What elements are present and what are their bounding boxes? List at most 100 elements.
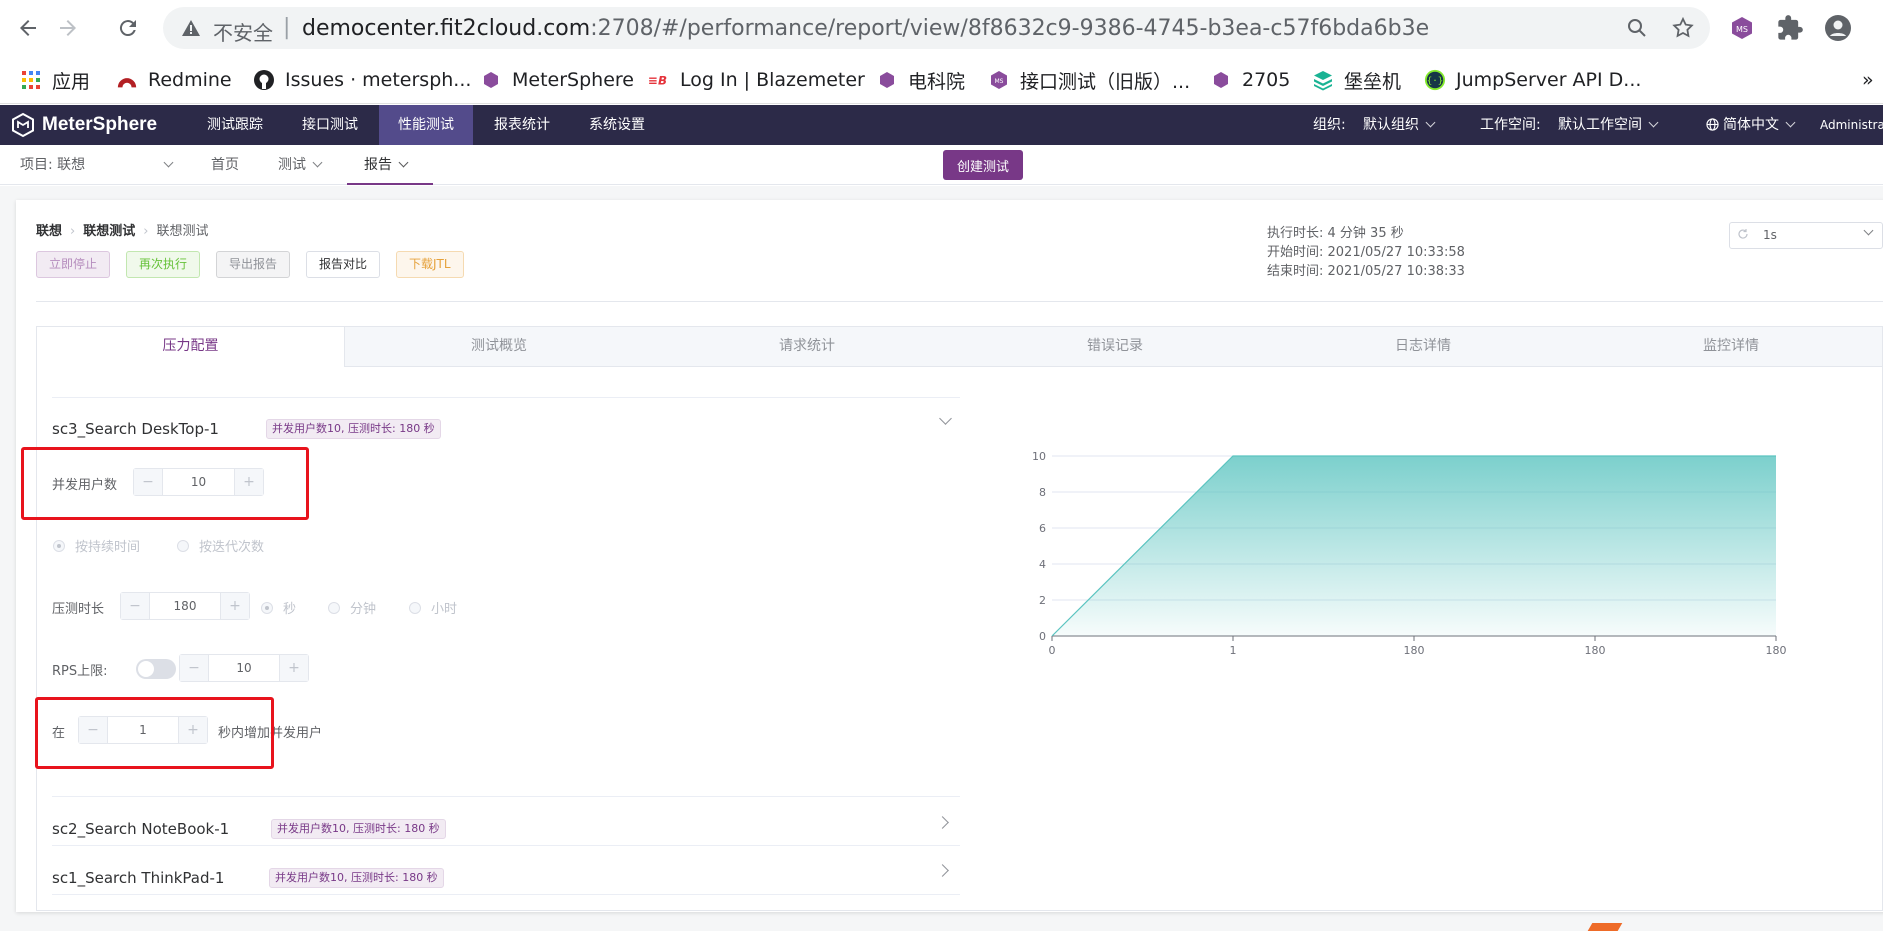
download-jtl-button[interactable]: 下载JTL — [396, 251, 464, 278]
bookmark-redmine[interactable]: Redmine — [116, 66, 232, 94]
y-tick-label: 8 — [1039, 486, 1046, 499]
svg-text:≡B: ≡B — [648, 74, 667, 88]
bookmark-metersphere[interactable]: MeterSphere — [480, 66, 634, 94]
bookmarks-bar: 应用 Redmine Issues · metersph... MeterSph… — [0, 56, 1883, 104]
reload-button[interactable] — [110, 10, 146, 46]
scenario-summary-tag: 并发用户数10, 压测时长: 180 秒 — [266, 419, 441, 439]
svg-text:{·}: {·} — [1427, 76, 1444, 87]
user-menu[interactable]: Administrat — [1820, 105, 1883, 145]
bookmark-label: 堡垒机 — [1344, 70, 1402, 93]
profile-avatar-icon[interactable] — [1824, 14, 1852, 42]
scenario-title[interactable]: sc2_Search NoteBook-1 — [52, 820, 229, 838]
bookmark-github-issues[interactable]: Issues · metersph... — [253, 66, 471, 94]
more-bookmarks-icon[interactable]: » — [1862, 66, 1874, 94]
minus-icon[interactable]: − — [180, 655, 209, 681]
back-button[interactable] — [10, 10, 46, 46]
plus-icon[interactable]: + — [220, 593, 249, 619]
bookmark-label: Log In | Blazemeter — [680, 69, 865, 91]
app-logo[interactable]: MeterSphere — [10, 112, 157, 138]
refresh-interval-select[interactable]: 1s — [1729, 222, 1883, 249]
url-path: :2708/#/performance/report/view/8f8632c9… — [590, 16, 1430, 41]
nav-reports[interactable]: 报表统计 — [477, 105, 567, 145]
url-host: democenter.fit2cloud.com — [302, 16, 591, 41]
tab-log-details[interactable]: 日志详情 — [1269, 327, 1577, 366]
series-area — [1052, 456, 1776, 636]
refresh-interval-value: 1s — [1763, 228, 1777, 242]
nav-performance-test[interactable]: 性能测试 — [379, 105, 473, 145]
radio-unit-hours[interactable]: 小时 — [409, 598, 457, 617]
scenario-summary-tag: 并发用户数10, 压测时长: 180 秒 — [269, 868, 444, 888]
radio-label: 分钟 — [350, 602, 377, 617]
tab-overview[interactable]: 测试概览 — [345, 327, 653, 366]
bookmark-dky[interactable]: 电科院 — [876, 66, 965, 94]
scenario-title[interactable]: sc3_Search DeskTop-1 — [52, 420, 219, 438]
radio-label: 小时 — [431, 602, 458, 617]
chevron-down-icon — [163, 157, 174, 168]
create-test-button[interactable]: 创建测试 — [943, 150, 1023, 180]
project-selector[interactable]: 项目: 联想 — [20, 145, 174, 185]
bookmark-apps[interactable]: 应用 — [20, 66, 90, 94]
svg-text:MS: MS — [995, 78, 1004, 85]
rerun-button[interactable]: 再次执行 — [126, 251, 201, 278]
address-bar[interactable]: 不安全 | democenter.fit2cloud.com:2708/#/pe… — [163, 7, 1710, 49]
redmine-icon — [116, 69, 138, 91]
rps-limit-value[interactable]: 10 — [209, 655, 279, 681]
url-text[interactable]: democenter.fit2cloud.com:2708/#/performa… — [302, 16, 1429, 41]
reload-icon — [119, 20, 136, 37]
highlight-box — [21, 447, 309, 520]
scenario-title[interactable]: sc1_Search ThinkPad-1 — [52, 869, 224, 887]
nav-test-track[interactable]: 测试跟踪 — [190, 105, 280, 145]
rps-limit-stepper[interactable]: − 10 + — [179, 654, 309, 682]
nav-system-settings[interactable]: 系统设置 — [572, 105, 662, 145]
bookmark-2705[interactable]: 2705 — [1210, 66, 1290, 94]
bookmark-jumpserver-api[interactable]: {·} JumpServer API D... — [1424, 66, 1641, 94]
language-selector[interactable]: 简体中文 — [1706, 105, 1796, 145]
tab-monitor-details[interactable]: 监控详情 — [1577, 327, 1883, 366]
radio-unit-minutes[interactable]: 分钟 — [328, 598, 376, 617]
sub-navigation: 项目: 联想 首页 测试 报告 创建测试 — [0, 145, 1883, 185]
divider — [36, 301, 1883, 302]
x-tick-label: 180 — [1404, 644, 1425, 657]
divider — [52, 397, 960, 398]
nav-api-test[interactable]: 接口测试 — [285, 105, 375, 145]
org-selector[interactable]: 默认组织 — [1363, 105, 1436, 145]
bookmark-api-test-legacy[interactable]: MS 接口测试（旧版）... — [988, 66, 1190, 94]
metersphere-extension-icon[interactable]: MS — [1728, 14, 1756, 42]
tab-pressure-config[interactable]: 压力配置 — [37, 327, 345, 367]
plus-icon[interactable]: + — [279, 655, 308, 681]
radio-by-duration[interactable]: 按持续时间 — [53, 536, 140, 555]
bookmark-bastion[interactable]: 堡垒机 — [1312, 66, 1401, 94]
bookmark-label: Issues · metersph... — [285, 69, 472, 91]
zoom-search-icon[interactable] — [1625, 16, 1649, 40]
compare-report-button[interactable]: 报告对比 — [306, 251, 381, 278]
stop-now-button[interactable]: 立即停止 — [36, 251, 111, 278]
breadcrumb-test[interactable]: 联想测试 — [83, 224, 135, 239]
breadcrumb-project[interactable]: 联想 — [36, 224, 62, 239]
subnav-test[interactable]: 测试 — [278, 145, 323, 185]
language-value: 简体中文 — [1723, 117, 1779, 133]
workspace-selector[interactable]: 默认工作空间 — [1558, 105, 1659, 145]
rps-limit-toggle[interactable] — [136, 659, 176, 679]
star-icon[interactable] — [1671, 16, 1695, 40]
forward-button[interactable] — [50, 10, 86, 46]
radio-unit-seconds[interactable]: 秒 — [261, 598, 296, 617]
minus-icon[interactable]: − — [121, 593, 150, 619]
tab-error-log[interactable]: 错误记录 — [961, 327, 1269, 366]
project-name: 项目: 联想 — [20, 157, 86, 173]
puzzle-extensions-icon[interactable] — [1776, 14, 1804, 42]
rps-limit-label: RPS上限: — [52, 664, 108, 679]
org-label: 组织: — [1313, 117, 1346, 133]
duration-value[interactable]: 180 — [150, 593, 220, 619]
chevron-down-icon — [1863, 225, 1874, 236]
x-tick-label: 180 — [1766, 644, 1787, 657]
bookmark-label: 应用 — [52, 70, 91, 93]
radio-icon — [177, 539, 189, 552]
duration-stepper[interactable]: − 180 + — [120, 592, 250, 620]
export-report-button[interactable]: 导出报告 — [216, 251, 291, 278]
bookmark-blazemeter[interactable]: ≡B Log In | Blazemeter — [648, 66, 865, 94]
subnav-home[interactable]: 首页 — [211, 145, 239, 185]
tab-request-stats[interactable]: 请求统计 — [653, 327, 961, 366]
y-tick-label: 4 — [1039, 558, 1046, 571]
subnav-report[interactable]: 报告 — [347, 145, 433, 185]
radio-by-iterations[interactable]: 按迭代次数 — [177, 536, 264, 555]
